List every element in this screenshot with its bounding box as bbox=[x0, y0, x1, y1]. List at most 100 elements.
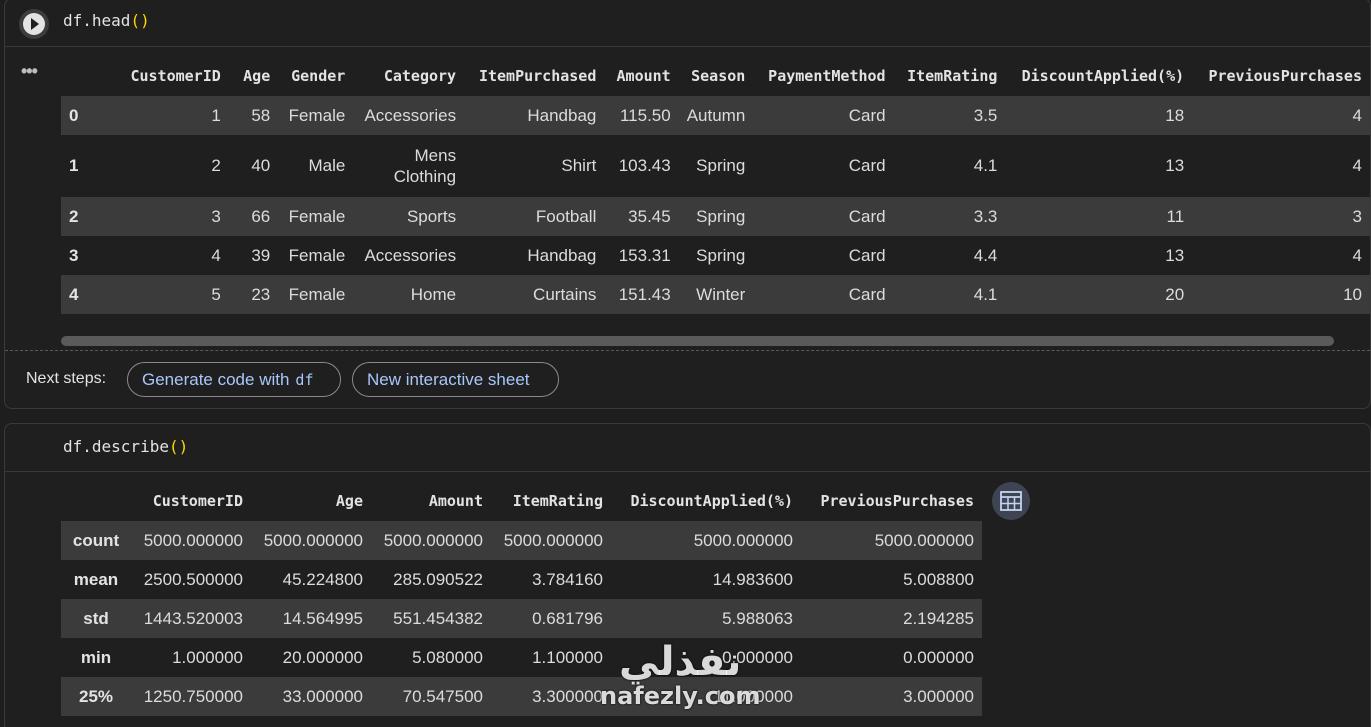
row-index: 2 bbox=[61, 197, 100, 236]
table-cell: 13 bbox=[1005, 135, 1193, 197]
table-cell: 103.43 bbox=[604, 135, 679, 197]
table-cell: 285.090522 bbox=[371, 560, 491, 599]
divider bbox=[5, 350, 1370, 351]
table-cell: 5000.000000 bbox=[801, 521, 982, 560]
code-input[interactable]: df.describe() bbox=[5, 424, 1370, 472]
table-cell: Female bbox=[278, 197, 354, 236]
table-cell: 4 bbox=[99, 236, 229, 275]
table-cell: 66 bbox=[228, 197, 279, 236]
new-interactive-sheet-button[interactable]: New interactive sheet bbox=[352, 362, 559, 397]
table-cell: 4.4 bbox=[893, 236, 1006, 275]
dataframe-describe-table: CustomerID Age Amount ItemRating Discoun… bbox=[61, 481, 982, 716]
table-cell: 14.983600 bbox=[611, 560, 801, 599]
table-cell: 14.564995 bbox=[251, 599, 371, 638]
table-cell: 5000.000000 bbox=[131, 521, 251, 560]
table-cell: 2.194285 bbox=[801, 599, 982, 638]
chip-label: New interactive sheet bbox=[367, 369, 530, 389]
code-cell-describe: df.describe() CustomerID Age Amount Item… bbox=[4, 423, 1371, 727]
table-header-row: CustomerID Age Amount ItemRating Discoun… bbox=[61, 481, 982, 521]
table-cell: 20 bbox=[1005, 275, 1193, 314]
table-cell: Female bbox=[278, 275, 354, 314]
table-cell: 1443.520003 bbox=[131, 599, 251, 638]
row-index: 4 bbox=[61, 275, 100, 314]
table-cell: 33.000000 bbox=[251, 677, 371, 716]
column-header: Age bbox=[228, 56, 279, 96]
table-cell: 3.300000 bbox=[491, 677, 611, 716]
table-cell: 3.784160 bbox=[491, 560, 611, 599]
chip-variable: df bbox=[295, 370, 314, 389]
table-row: 25% 1250.750000 33.000000 70.547500 3.30… bbox=[61, 677, 982, 716]
table-cell: Curtains bbox=[464, 275, 605, 314]
table-cell: Card bbox=[753, 96, 894, 135]
row-index: std bbox=[61, 599, 131, 638]
play-icon bbox=[23, 13, 45, 35]
code-input[interactable]: df.head() bbox=[5, 0, 1370, 47]
table-cell: Accessories bbox=[353, 96, 465, 135]
table-cell: Spring bbox=[678, 236, 754, 275]
column-header: Category bbox=[353, 56, 465, 96]
table-cell: 4 bbox=[1192, 236, 1370, 275]
table-cell: 5000.000000 bbox=[491, 521, 611, 560]
table-cell: Sports bbox=[353, 197, 465, 236]
row-index: 3 bbox=[61, 236, 100, 275]
column-header: DiscountApplied(%) bbox=[1005, 56, 1193, 96]
table-cell: 551.454382 bbox=[371, 599, 491, 638]
table-cell: 5.988063 bbox=[611, 599, 801, 638]
table-cell: 0.000000 bbox=[801, 638, 982, 677]
dataframe-head-table: CustomerID Age Gender Category ItemPurch… bbox=[61, 56, 1370, 314]
table-cell: 35.45 bbox=[604, 197, 679, 236]
table-cell: 58 bbox=[228, 96, 279, 135]
table-cell: 18 bbox=[1005, 96, 1193, 135]
table-view-icon[interactable] bbox=[992, 482, 1030, 520]
table-row: 3 4 39 Female Accessories Handbag 153.31… bbox=[61, 236, 1370, 275]
table-cell: 151.43 bbox=[604, 275, 679, 314]
column-header: CustomerID bbox=[99, 56, 229, 96]
row-index: mean bbox=[61, 560, 131, 599]
row-index: 1 bbox=[61, 135, 100, 197]
table-cell: Spring bbox=[678, 135, 754, 197]
column-header: Gender bbox=[278, 56, 354, 96]
code-text[interactable]: df.describe() bbox=[63, 437, 188, 456]
chip-label: Generate code with bbox=[142, 369, 290, 389]
code-cell-head: df.head() ••• CustomerID Age Gender Cate… bbox=[4, 0, 1371, 409]
table-cell: Female bbox=[278, 96, 354, 135]
column-header: ItemPurchased bbox=[464, 56, 605, 96]
column-header: PreviousPurchases bbox=[801, 481, 982, 521]
table-cell: 5000.000000 bbox=[251, 521, 371, 560]
table-cell: Spring bbox=[678, 197, 754, 236]
table-cell: 0.681796 bbox=[491, 599, 611, 638]
column-header bbox=[61, 481, 131, 521]
table-cell: 23 bbox=[228, 275, 279, 314]
table-cell: 13 bbox=[1005, 236, 1193, 275]
column-header bbox=[61, 56, 100, 96]
table-row: 2 3 66 Female Sports Football 35.45 Spri… bbox=[61, 197, 1370, 236]
table-cell: Handbag bbox=[464, 96, 605, 135]
table-row: std 1443.520003 14.564995 551.454382 0.6… bbox=[61, 599, 982, 638]
table-cell: 11 bbox=[1005, 197, 1193, 236]
table-cell: 20.000000 bbox=[251, 638, 371, 677]
table-cell: 3.000000 bbox=[801, 677, 982, 716]
column-header: PreviousPurchases bbox=[1192, 56, 1370, 96]
column-header: Amount bbox=[604, 56, 679, 96]
table-cell: 5000.000000 bbox=[371, 521, 491, 560]
generate-code-button[interactable]: Generate code with df bbox=[127, 362, 341, 397]
table-cell: Football bbox=[464, 197, 605, 236]
run-cell-button[interactable] bbox=[19, 9, 49, 39]
table-cell: 4.1 bbox=[893, 135, 1006, 197]
table-cell: 3.3 bbox=[893, 197, 1006, 236]
table-cell: 1250.750000 bbox=[131, 677, 251, 716]
table-row: min 1.000000 20.000000 5.080000 1.100000… bbox=[61, 638, 982, 677]
table-cell: 2 bbox=[99, 135, 229, 197]
code-text[interactable]: df.head() bbox=[63, 11, 150, 30]
table-cell: 70.547500 bbox=[371, 677, 491, 716]
row-index: 25% bbox=[61, 677, 131, 716]
table-cell: 5000.000000 bbox=[611, 521, 801, 560]
table-cell: Autumn bbox=[678, 96, 754, 135]
more-horiz-icon[interactable]: ••• bbox=[21, 61, 38, 82]
table-cell: 0.000000 bbox=[611, 638, 801, 677]
horizontal-scrollbar[interactable] bbox=[61, 336, 1334, 346]
column-header: CustomerID bbox=[131, 481, 251, 521]
table-cell: 4 bbox=[1192, 135, 1370, 197]
table-row: 1 2 40 Male Mens Clothing Shirt 103.43 S… bbox=[61, 135, 1370, 197]
table-cell: Card bbox=[753, 236, 894, 275]
